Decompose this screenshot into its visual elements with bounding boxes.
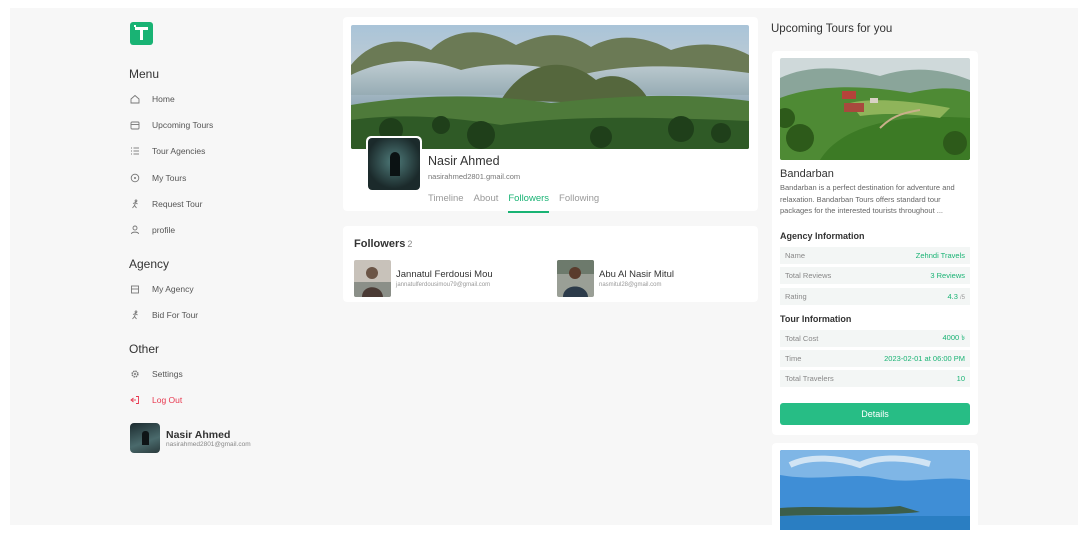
profile-avatar[interactable]	[366, 136, 422, 192]
tab-timeline[interactable]: Timeline	[428, 193, 464, 204]
follower-name: Abu Al Nasir Mitul	[599, 269, 674, 280]
walk-icon	[129, 198, 141, 210]
list-icon	[129, 145, 141, 157]
avatar	[354, 260, 391, 297]
tour-description: Bandarban is a perfect destination for a…	[780, 183, 955, 215]
follower-item[interactable]: Jannatul Ferdousi Mou jannatulferdousimo…	[354, 260, 493, 297]
sidebar-item-label: My Tours	[152, 173, 187, 183]
follower-email: jannatulferdousimou79@gmail.com	[396, 282, 491, 288]
logout-icon	[129, 394, 141, 406]
row-value[interactable]: 3 Reviews	[930, 271, 965, 280]
sidebar-item-label: Home	[152, 94, 175, 104]
details-button[interactable]: Details	[780, 403, 970, 425]
other-section-title: Other	[129, 342, 160, 356]
sidebar-item-label: Log Out	[152, 395, 183, 405]
row-key: Name	[785, 251, 806, 260]
row-key: Time	[785, 354, 802, 363]
tour-name: Bandarban	[780, 168, 834, 180]
profile-name: Nasir Ahmed	[428, 154, 500, 168]
sidebar-item-request-tour[interactable]: Request Tour	[129, 197, 202, 211]
agency-section-title: Agency	[129, 257, 170, 271]
upcoming-tours-title: Upcoming Tours for you	[771, 23, 893, 35]
circle-icon	[129, 172, 141, 184]
row-value: 4.3 /5	[947, 292, 965, 301]
logout-button[interactable]: Log Out	[129, 393, 182, 407]
rating-value: 4.3	[947, 292, 958, 301]
tour-info-title: Tour Information	[780, 314, 852, 324]
home-icon	[129, 93, 141, 105]
sidebar-item-label: profile	[152, 225, 176, 235]
followers-count: 2	[407, 239, 413, 249]
sidebar-item-home[interactable]: Home	[129, 92, 175, 106]
followers-card: Followers 2 Jannatul Ferdousi Mou jannatu…	[343, 226, 758, 302]
app-logo[interactable]	[130, 22, 153, 45]
tour-time-row: Time 2023-02-01 at 06:00 PM	[780, 350, 970, 367]
tour-image[interactable]	[780, 58, 970, 160]
sidebar-user[interactable]: Nasir Ahmed nasirahmed2801@gmail.com	[130, 423, 251, 453]
row-key: Total Travelers	[785, 374, 834, 383]
tab-following[interactable]: Following	[559, 193, 599, 204]
agency-name-row: Name Zehndi Travels	[780, 247, 970, 264]
tour-cost-row: Total Cost 4000 ৳	[780, 330, 970, 347]
agency-info-title: Agency Information	[780, 231, 865, 241]
cover-photo	[351, 25, 749, 149]
followers-title: Followers 2	[354, 238, 412, 250]
tour-card	[772, 443, 978, 533]
tour-card: Bandarban Bandarban is a perfect destina…	[772, 51, 978, 435]
row-key: Total Cost	[785, 334, 819, 343]
agency-rating-row: Rating 4.3 /5	[780, 288, 970, 305]
walk-icon	[129, 309, 141, 321]
followers-title-text: Followers	[354, 238, 406, 250]
menu-section-title: Menu	[129, 67, 160, 81]
follower-item[interactable]: Abu Al Nasir Mitul nasmitul28@gmail.com	[557, 260, 674, 297]
sidebar-item-label: Upcoming Tours	[152, 120, 214, 130]
sidebar-item-my-agency[interactable]: My Agency	[129, 282, 194, 296]
sidebar-item-upcoming-tours[interactable]: Upcoming Tours	[129, 118, 213, 132]
app-shell: Menu Home Upcoming Tours Tour Agencies M…	[10, 8, 1078, 533]
follower-name: Jannatul Ferdousi Mou	[396, 269, 493, 280]
row-key: Total Reviews	[785, 271, 832, 280]
sidebar-item-tour-agencies[interactable]: Tour Agencies	[129, 144, 205, 158]
profile-card: Nasir Ahmed nasirahmed2801.gmail.com Tim…	[343, 17, 758, 213]
calendar-icon	[129, 119, 141, 131]
sidebar-item-label: Tour Agencies	[152, 146, 206, 156]
row-value: 10	[956, 374, 965, 383]
avatar	[130, 423, 160, 453]
tab-about[interactable]: About	[474, 193, 499, 204]
sidebar-user-email: nasirahmed2801@gmail.com	[166, 440, 251, 448]
follower-email: nasmitul28@gmail.com	[599, 282, 662, 288]
sidebar-item-label: My Agency	[152, 284, 194, 294]
gear-icon	[129, 368, 141, 380]
tab-followers[interactable]: Followers	[508, 193, 549, 213]
user-icon	[129, 224, 141, 236]
sidebar-item-my-tours[interactable]: My Tours	[129, 171, 186, 185]
profile-tabs: Timeline About Followers Following	[428, 193, 599, 213]
sidebar-item-label: Bid For Tour	[152, 310, 199, 320]
sidebar-item-profile[interactable]: profile	[129, 223, 175, 237]
building-icon	[129, 283, 141, 295]
sidebar-user-name: Nasir Ahmed	[166, 428, 231, 441]
sidebar-item-settings[interactable]: Settings	[129, 367, 183, 381]
rating-unit: /5	[959, 295, 965, 301]
agency-reviews-row: Total Reviews 3 Reviews	[780, 267, 970, 284]
row-value: 4000 ৳	[942, 332, 965, 342]
avatar	[557, 260, 594, 297]
profile-email: nasirahmed2801.gmail.com	[428, 172, 521, 181]
tour-travelers-row: Total Travelers 10	[780, 370, 970, 387]
row-key: Rating	[785, 292, 807, 301]
sidebar-item-label: Request Tour	[152, 199, 203, 209]
sidebar-item-label: Settings	[152, 369, 183, 379]
row-value: 2023-02-01 at 06:00 PM	[884, 354, 965, 363]
tour-image[interactable]	[780, 450, 970, 530]
sidebar-item-bid-for-tour[interactable]: Bid For Tour	[129, 308, 198, 322]
row-value[interactable]: Zehndi Travels	[916, 251, 965, 260]
